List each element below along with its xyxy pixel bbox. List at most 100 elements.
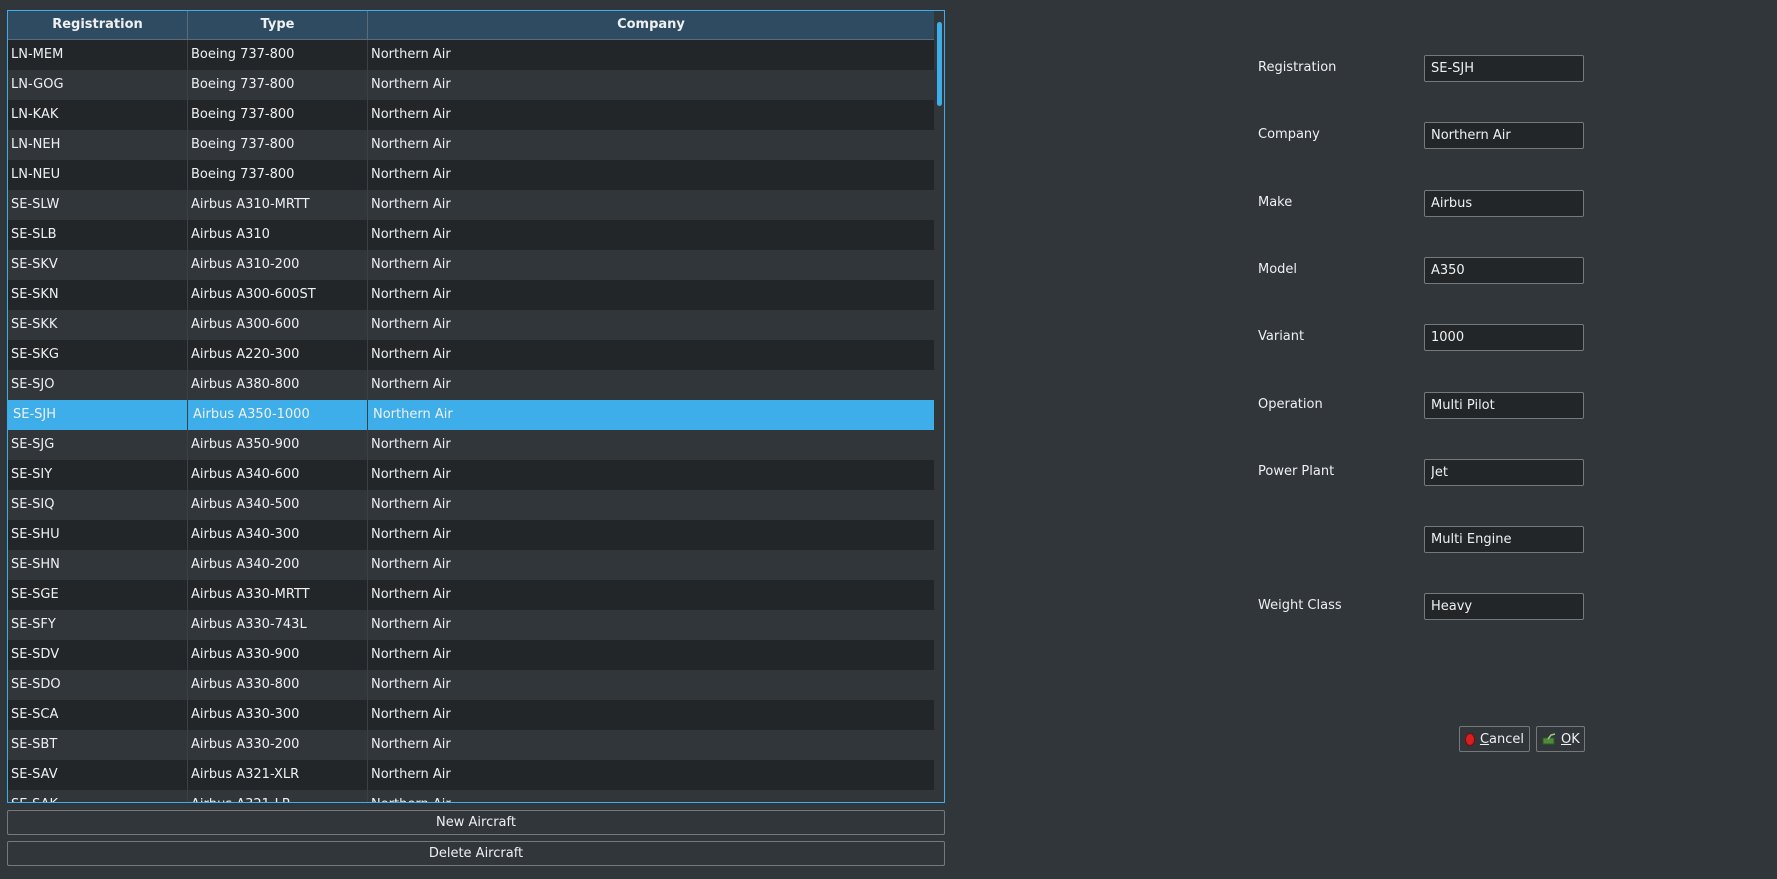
- cell-type: Airbus A350-1000: [188, 400, 368, 430]
- table-row[interactable]: SE-SKK Airbus A300-600 Northern Air: [8, 310, 935, 340]
- table-row[interactable]: SE-SKV Airbus A310-200 Northern Air: [8, 250, 935, 280]
- cell-company: Northern Air: [368, 400, 935, 430]
- aircraft-table[interactable]: Registration Type Company LN-MEM Boeing 7…: [7, 10, 945, 803]
- cell-company: Northern Air: [371, 527, 451, 542]
- table-body: LN-MEM Boeing 737-800 Northern Air LN-GOG Bo…: [8, 40, 935, 802]
- cell-company: Northern Air: [371, 737, 451, 752]
- cell-registration: SE-SFY: [8, 610, 188, 640]
- cell-type: Airbus A340-200: [188, 550, 368, 580]
- cell-registration: SE-SLW: [8, 190, 188, 220]
- column-header-company[interactable]: Company: [368, 11, 935, 39]
- cell-company: Northern Air: [371, 347, 451, 362]
- cell-type: Airbus A350-900: [188, 430, 368, 460]
- form-label-model: Model: [1258, 262, 1298, 277]
- cell-company: Northern Air: [371, 287, 451, 302]
- table-row[interactable]: SE-SJG Airbus A350-900 Northern Air: [8, 430, 935, 460]
- variant-field[interactable]: [1424, 324, 1584, 351]
- make-field[interactable]: [1424, 190, 1584, 217]
- table-row[interactable]: LN-GOG Boeing 737-800 Northern Air: [8, 70, 935, 100]
- cell-registration: SE-SKN: [8, 280, 188, 310]
- cell-registration: SE-SKG: [8, 340, 188, 370]
- table-row[interactable]: SE-SAKAirbus A321-LRNorthern Air: [8, 790, 935, 802]
- table-row[interactable]: SE-SJH Airbus A350-1000 Northern Air: [8, 400, 935, 430]
- table-row[interactable]: SE-SDV Airbus A330-900 Northern Air: [8, 640, 935, 670]
- model-field[interactable]: [1424, 257, 1584, 284]
- cell-type: Airbus A310-MRTT: [188, 190, 368, 220]
- cell-company: Northern Air: [371, 617, 451, 632]
- table-row[interactable]: SE-SKG Airbus A220-300 Northern Air: [8, 340, 935, 370]
- cell-company: Northern Air: [371, 677, 451, 692]
- power-plant-field[interactable]: [1424, 459, 1584, 486]
- cell-company: Northern Air: [371, 437, 451, 452]
- cell-company: Northern Air: [371, 377, 451, 392]
- weight-class-field[interactable]: [1424, 593, 1584, 620]
- scrollbar-thumb[interactable]: [937, 22, 942, 106]
- cell-registration: SE-SDO: [8, 670, 188, 700]
- cell-type: Airbus A321-LR: [188, 790, 368, 802]
- cell-company: Northern Air: [371, 557, 451, 572]
- table-row[interactable]: LN-MEM Boeing 737-800 Northern Air: [8, 40, 935, 70]
- cell-company: Northern Air: [371, 647, 451, 662]
- table-row[interactable]: SE-SHU Airbus A340-300 Northern Air: [8, 520, 935, 550]
- cell-registration: SE-SJH: [8, 400, 188, 430]
- table-row[interactable]: SE-SLB Airbus A310 Northern Air: [8, 220, 935, 250]
- ok-button-label: OK: [1561, 731, 1580, 747]
- cell-registration: SE-SKV: [8, 250, 188, 280]
- table-row[interactable]: LN-NEU Boeing 737-800 Northern Air: [8, 160, 935, 190]
- table-row[interactable]: SE-SIQ Airbus A340-500 Northern Air: [8, 490, 935, 520]
- cell-registration: LN-NEH: [8, 130, 188, 160]
- table-row[interactable]: SE-SLW Airbus A310-MRTT Northern Air: [8, 190, 935, 220]
- cell-registration: SE-SAV: [8, 760, 188, 790]
- company-field[interactable]: [1424, 122, 1584, 149]
- operation-field[interactable]: [1424, 392, 1584, 419]
- table-row[interactable]: SE-SDO Airbus A330-800 Northern Air: [8, 670, 935, 700]
- cell-registration: SE-SHN: [8, 550, 188, 580]
- table-row[interactable]: SE-SBT Airbus A330-200 Northern Air: [8, 730, 935, 760]
- cell-type: Airbus A220-300: [188, 340, 368, 370]
- table-header: Registration Type Company: [8, 11, 935, 40]
- cell-registration: LN-GOG: [8, 70, 188, 100]
- cancel-button[interactable]: Cancel: [1459, 726, 1530, 752]
- red-circle-icon: [1465, 732, 1475, 746]
- cell-registration: LN-KAK: [8, 100, 188, 130]
- table-row[interactable]: LN-KAK Boeing 737-800 Northern Air: [8, 100, 935, 130]
- table-row[interactable]: SE-SAV Airbus A321-XLR Northern Air: [8, 760, 935, 790]
- column-header-registration[interactable]: Registration: [8, 11, 188, 39]
- cell-registration: SE-SCA: [8, 700, 188, 730]
- table-row[interactable]: SE-SIY Airbus A340-600 Northern Air: [8, 460, 935, 490]
- cell-type: Boeing 737-800: [188, 100, 368, 130]
- cell-company: Northern Air: [371, 707, 451, 722]
- table-row[interactable]: SE-SCA Airbus A330-300 Northern Air: [8, 700, 935, 730]
- cell-company: Northern Air: [371, 167, 451, 182]
- new-aircraft-button[interactable]: New Aircraft: [7, 810, 945, 835]
- cell-type: Boeing 737-800: [188, 130, 368, 160]
- cell-type: Airbus A330-300: [188, 700, 368, 730]
- engine-count-field[interactable]: [1424, 526, 1584, 553]
- table-row[interactable]: SE-SFY Airbus A330-743L Northern Air: [8, 610, 935, 640]
- table-row[interactable]: SE-SHN Airbus A340-200 Northern Air: [8, 550, 935, 580]
- registration-field[interactable]: [1424, 55, 1584, 82]
- form-label-company: Company: [1258, 127, 1320, 142]
- cell-company: Northern Air: [371, 317, 451, 332]
- cell-type: Airbus A321-XLR: [188, 760, 368, 790]
- cell-type: Airbus A300-600ST: [188, 280, 368, 310]
- column-header-type[interactable]: Type: [188, 11, 368, 39]
- cell-registration: SE-SJO: [8, 370, 188, 400]
- table-row[interactable]: SE-SKN Airbus A300-600ST Northern Air: [8, 280, 935, 310]
- form-label-make: Make: [1258, 195, 1293, 210]
- delete-aircraft-button[interactable]: Delete Aircraft: [7, 841, 945, 866]
- form-label-weight-class: Weight Class: [1258, 598, 1342, 613]
- cell-type: Airbus A340-500: [188, 490, 368, 520]
- checkmark-money-icon: [1542, 732, 1556, 746]
- cell-type: Airbus A340-600: [188, 460, 368, 490]
- table-row[interactable]: SE-SJO Airbus A380-800 Northern Air: [8, 370, 935, 400]
- cell-company: Northern Air: [371, 587, 451, 602]
- table-row[interactable]: SE-SGE Airbus A330-MRTT Northern Air: [8, 580, 935, 610]
- cell-type: Airbus A340-300: [188, 520, 368, 550]
- table-row[interactable]: LN-NEH Boeing 737-800 Northern Air: [8, 130, 935, 160]
- table-vertical-scrollbar[interactable]: [934, 11, 944, 802]
- cell-type: Airbus A380-800: [188, 370, 368, 400]
- cell-type: Boeing 737-800: [188, 40, 368, 70]
- ok-button[interactable]: OK: [1536, 726, 1585, 752]
- cancel-button-label: Cancel: [1479, 731, 1524, 747]
